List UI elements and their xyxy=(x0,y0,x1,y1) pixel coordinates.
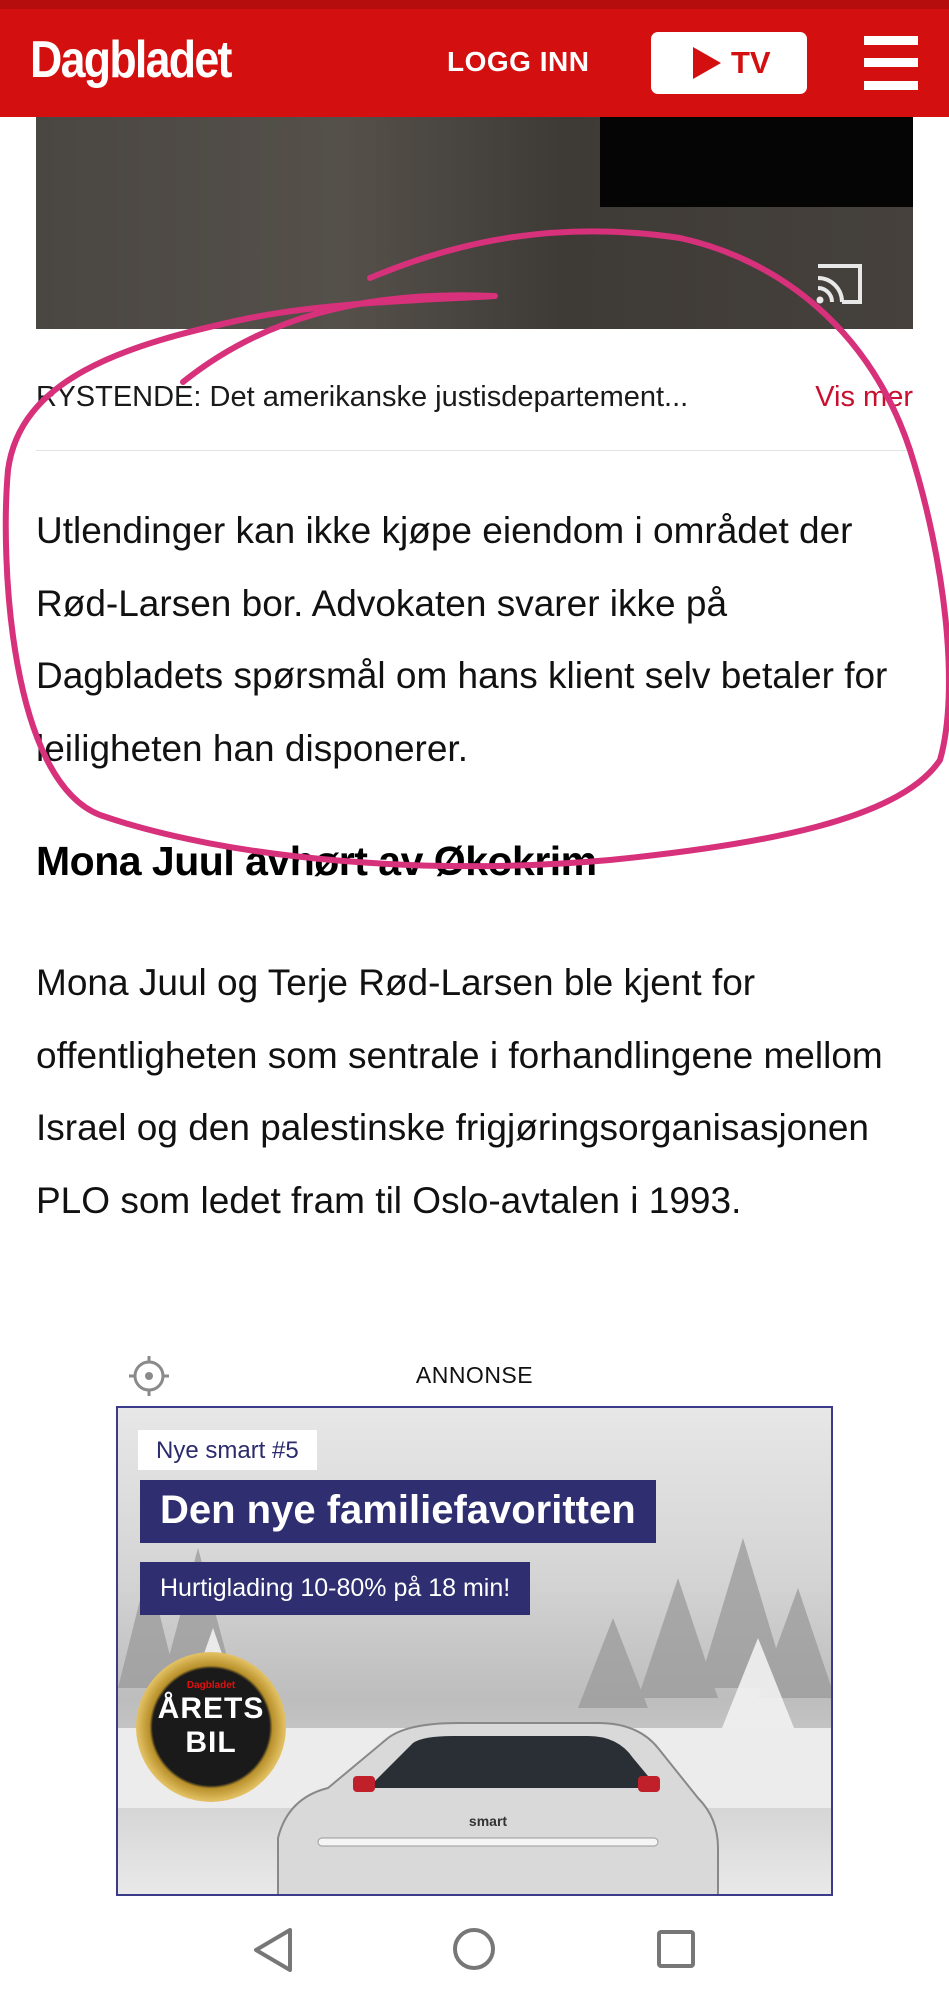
video-caption-row: RYSTENDE: Det amerikanske justisdepartem… xyxy=(36,378,913,422)
ad-tag: Nye smart #5 xyxy=(138,1430,317,1470)
dagbladet-logo[interactable]: Dagbladet xyxy=(30,30,232,90)
status-strip xyxy=(0,0,949,9)
article-paragraph: Utlendinger kan ikke kjøpe eiendom i omr… xyxy=(36,510,888,769)
ad-subline: Hurtiglading 10-80% på 18 min! xyxy=(140,1562,531,1615)
home-circle-icon[interactable] xyxy=(451,1926,497,1972)
video-player[interactable] xyxy=(36,117,913,329)
login-link[interactable]: LOGG INN xyxy=(447,46,589,78)
back-triangle-icon[interactable] xyxy=(250,1926,296,1974)
recent-square-icon[interactable] xyxy=(655,1928,697,1970)
top-bar: Dagbladet LOGG INN TV xyxy=(0,0,949,117)
ad-label: ANNONSE xyxy=(415,1362,534,1388)
article-paragraph: Mona Juul og Terje Rød-Larsen ble kjent … xyxy=(36,962,883,1221)
divider xyxy=(36,450,913,451)
tv-button[interactable]: TV xyxy=(651,32,807,94)
tv-button-label: TV xyxy=(731,45,771,80)
advertisement[interactable]: Nye smart #5 Den nye familiefavoritten H… xyxy=(116,1406,833,1896)
hamburger-menu-icon[interactable] xyxy=(864,36,918,90)
video-dark-area xyxy=(600,117,913,207)
car-brand-text: smart xyxy=(469,1813,507,1829)
android-navigation-bar xyxy=(0,1896,949,2000)
car-image: smart xyxy=(277,1722,719,1894)
article-subheading: Mona Juul avhørt av Økokrim xyxy=(36,838,597,884)
play-icon xyxy=(693,47,721,79)
cast-icon[interactable] xyxy=(812,260,866,308)
video-caption: RYSTENDE: Det amerikanske justisdepartem… xyxy=(36,381,689,413)
ad-headline: Den nye familiefavoritten xyxy=(140,1480,656,1543)
show-more-link[interactable]: Vis mer xyxy=(815,381,913,414)
